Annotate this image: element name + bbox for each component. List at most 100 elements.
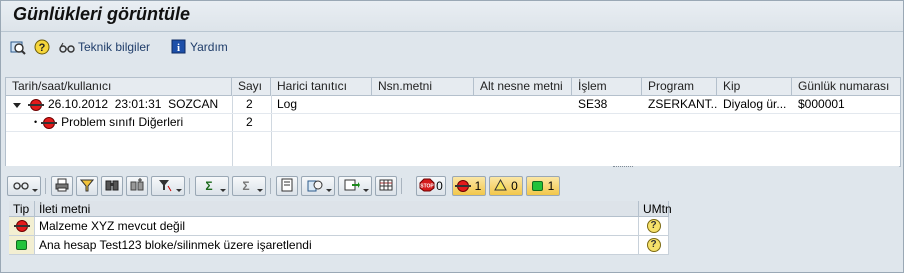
total-button[interactable]: Σ — [195, 176, 229, 196]
technical-info-label: Teknik bilgiler — [78, 40, 151, 54]
help-button[interactable]: ? — [34, 38, 50, 56]
success-count: 1 — [547, 179, 555, 193]
export-icon — [344, 178, 360, 195]
print-preview-button[interactable] — [276, 176, 298, 196]
sum-icon: Σ — [205, 179, 213, 193]
find-next-button[interactable] — [126, 176, 148, 196]
error-messages-button[interactable]: 1 — [452, 176, 486, 196]
column-header-external-id[interactable]: Harici tanıtıcı — [271, 78, 372, 95]
log-tree: Tarih/saat/kullanıcı Sayı Harici tanıtıc… — [5, 77, 901, 167]
object-text-cell — [372, 96, 474, 113]
glasses-icon — [59, 39, 75, 55]
column-header-long-text[interactable]: UMtn — [639, 201, 672, 217]
column-header-program[interactable]: Program — [642, 78, 717, 95]
error-count: 1 — [474, 179, 482, 193]
stop-messages-button[interactable]: STOP 0 — [416, 176, 446, 196]
transaction-cell: SE38 — [578, 97, 608, 111]
subtotal-icon: Σ — [242, 179, 250, 193]
svg-text:?: ? — [39, 42, 46, 54]
warning-messages-button[interactable]: 0 — [489, 176, 523, 196]
column-header-object-text[interactable]: Nsn.metni — [372, 78, 474, 95]
row-divider — [6, 131, 900, 132]
filter-button[interactable] — [76, 176, 98, 196]
printer-icon — [55, 178, 69, 195]
details-button[interactable] — [7, 176, 41, 196]
print-button[interactable] — [51, 176, 73, 196]
toolbar-separator — [401, 178, 402, 194]
toolbar-separator — [189, 178, 190, 194]
program-cell: ZSERKANT... — [648, 97, 717, 111]
stop-count: 0 — [436, 179, 443, 193]
views-button[interactable] — [301, 176, 335, 196]
log-tree-row[interactable]: 26.10.2012 23:01:31 SOZCAN 2 Log SE38 ZS… — [6, 96, 900, 113]
message-grid: Tip İleti metni UMtn Malzeme XYZ mevcut … — [5, 201, 899, 271]
layout-button[interactable] — [375, 176, 397, 196]
subtotal-button[interactable]: Σ — [232, 176, 266, 196]
column-header-message-text[interactable]: İleti metni — [35, 201, 639, 217]
message-text-cell[interactable]: Ana hesap Test123 bloke/silinmek üzere i… — [35, 236, 639, 255]
help-icon: ? — [34, 39, 50, 55]
log-header-text: 26.10.2012 23:01:31 SOZCAN — [48, 97, 219, 111]
long-text-cell[interactable]: ? — [639, 236, 669, 255]
expand-triangle-icon[interactable] — [12, 100, 22, 110]
window-title: Günlükleri görüntüle — [13, 4, 191, 24]
column-header-subobject-text[interactable]: Alt nesne metni — [474, 78, 572, 95]
stop-sign-icon: STOP — [419, 178, 435, 195]
toolbar-separator — [45, 178, 46, 194]
count-cell: 2 — [246, 115, 253, 129]
help-text-label: Yardım — [190, 40, 228, 54]
binoculars-icon — [105, 178, 119, 195]
warning-count: 0 — [511, 179, 518, 193]
column-header-date-time-user[interactable]: Tarih/saat/kullanıcı — [6, 78, 232, 95]
help-icon[interactable]: ? — [646, 219, 661, 233]
long-text-cell[interactable]: ? — [639, 217, 669, 236]
find-button[interactable] — [10, 38, 26, 56]
warning-triangle-icon — [494, 178, 508, 194]
application-toolbar: ? Teknik bilgiler i Yardım — [1, 34, 903, 60]
error-light-icon — [41, 116, 58, 129]
count-cell: 2 — [246, 97, 253, 111]
problem-class-text: Problem sınıfı Diğerleri — [61, 115, 184, 129]
find-button[interactable] — [101, 176, 123, 196]
log-display-window: Günlükleri görüntüle ? Teknik bilgiler i… — [0, 0, 904, 273]
splitter-grip[interactable] — [613, 166, 633, 170]
alv-toolbar: Σ Σ STOP 0 1 0 1 — [5, 175, 899, 199]
info-icon: i — [171, 39, 187, 55]
message-type-cell — [9, 217, 35, 236]
success-light-icon — [16, 240, 27, 250]
column-header-type[interactable]: Tip — [9, 201, 35, 217]
title-bar: Günlükleri görüntüle — [1, 1, 903, 32]
column-header-mode[interactable]: Kip — [717, 78, 792, 95]
column-header-transaction[interactable]: İşlem — [572, 78, 642, 95]
message-text-cell[interactable]: Malzeme XYZ mevcut değil — [35, 217, 639, 236]
success-light-icon — [531, 181, 543, 191]
set-filter-button[interactable] — [151, 176, 185, 196]
error-light-icon — [28, 98, 44, 111]
success-messages-button[interactable]: 1 — [526, 176, 560, 196]
column-header-count[interactable]: Sayı — [232, 78, 271, 95]
toolbar-separator — [270, 178, 271, 194]
log-tree-row[interactable]: • Problem sınıfı Diğerleri 2 — [6, 114, 900, 131]
svg-text:STOP: STOP — [420, 183, 434, 189]
column-header-log-number[interactable]: Günlük numarası — [792, 78, 900, 95]
funnel-icon — [79, 178, 95, 195]
document-icon — [280, 178, 294, 195]
tree-bullet-icon: • — [34, 117, 38, 127]
mode-cell: Diyalog ür... — [723, 97, 787, 111]
filter-icon — [158, 178, 172, 195]
pane-splitter[interactable] — [5, 166, 899, 171]
message-type-cell — [9, 236, 35, 255]
technical-info-button[interactable]: Teknik bilgiler — [59, 38, 150, 56]
subobject-text-cell — [474, 96, 572, 113]
error-light-icon — [13, 220, 30, 232]
glasses-icon — [13, 179, 29, 194]
external-id-cell: Log — [277, 97, 298, 111]
grid-icon — [379, 178, 393, 195]
log-number-cell: $000001 — [798, 97, 845, 111]
help-text-button[interactable]: i Yardım — [171, 38, 228, 56]
find-icon — [10, 39, 26, 55]
views-icon — [307, 178, 323, 195]
log-tree-header: Tarih/saat/kullanıcı Sayı Harici tanıtıc… — [6, 78, 900, 96]
export-button[interactable] — [338, 176, 372, 196]
help-icon[interactable]: ? — [646, 238, 661, 252]
